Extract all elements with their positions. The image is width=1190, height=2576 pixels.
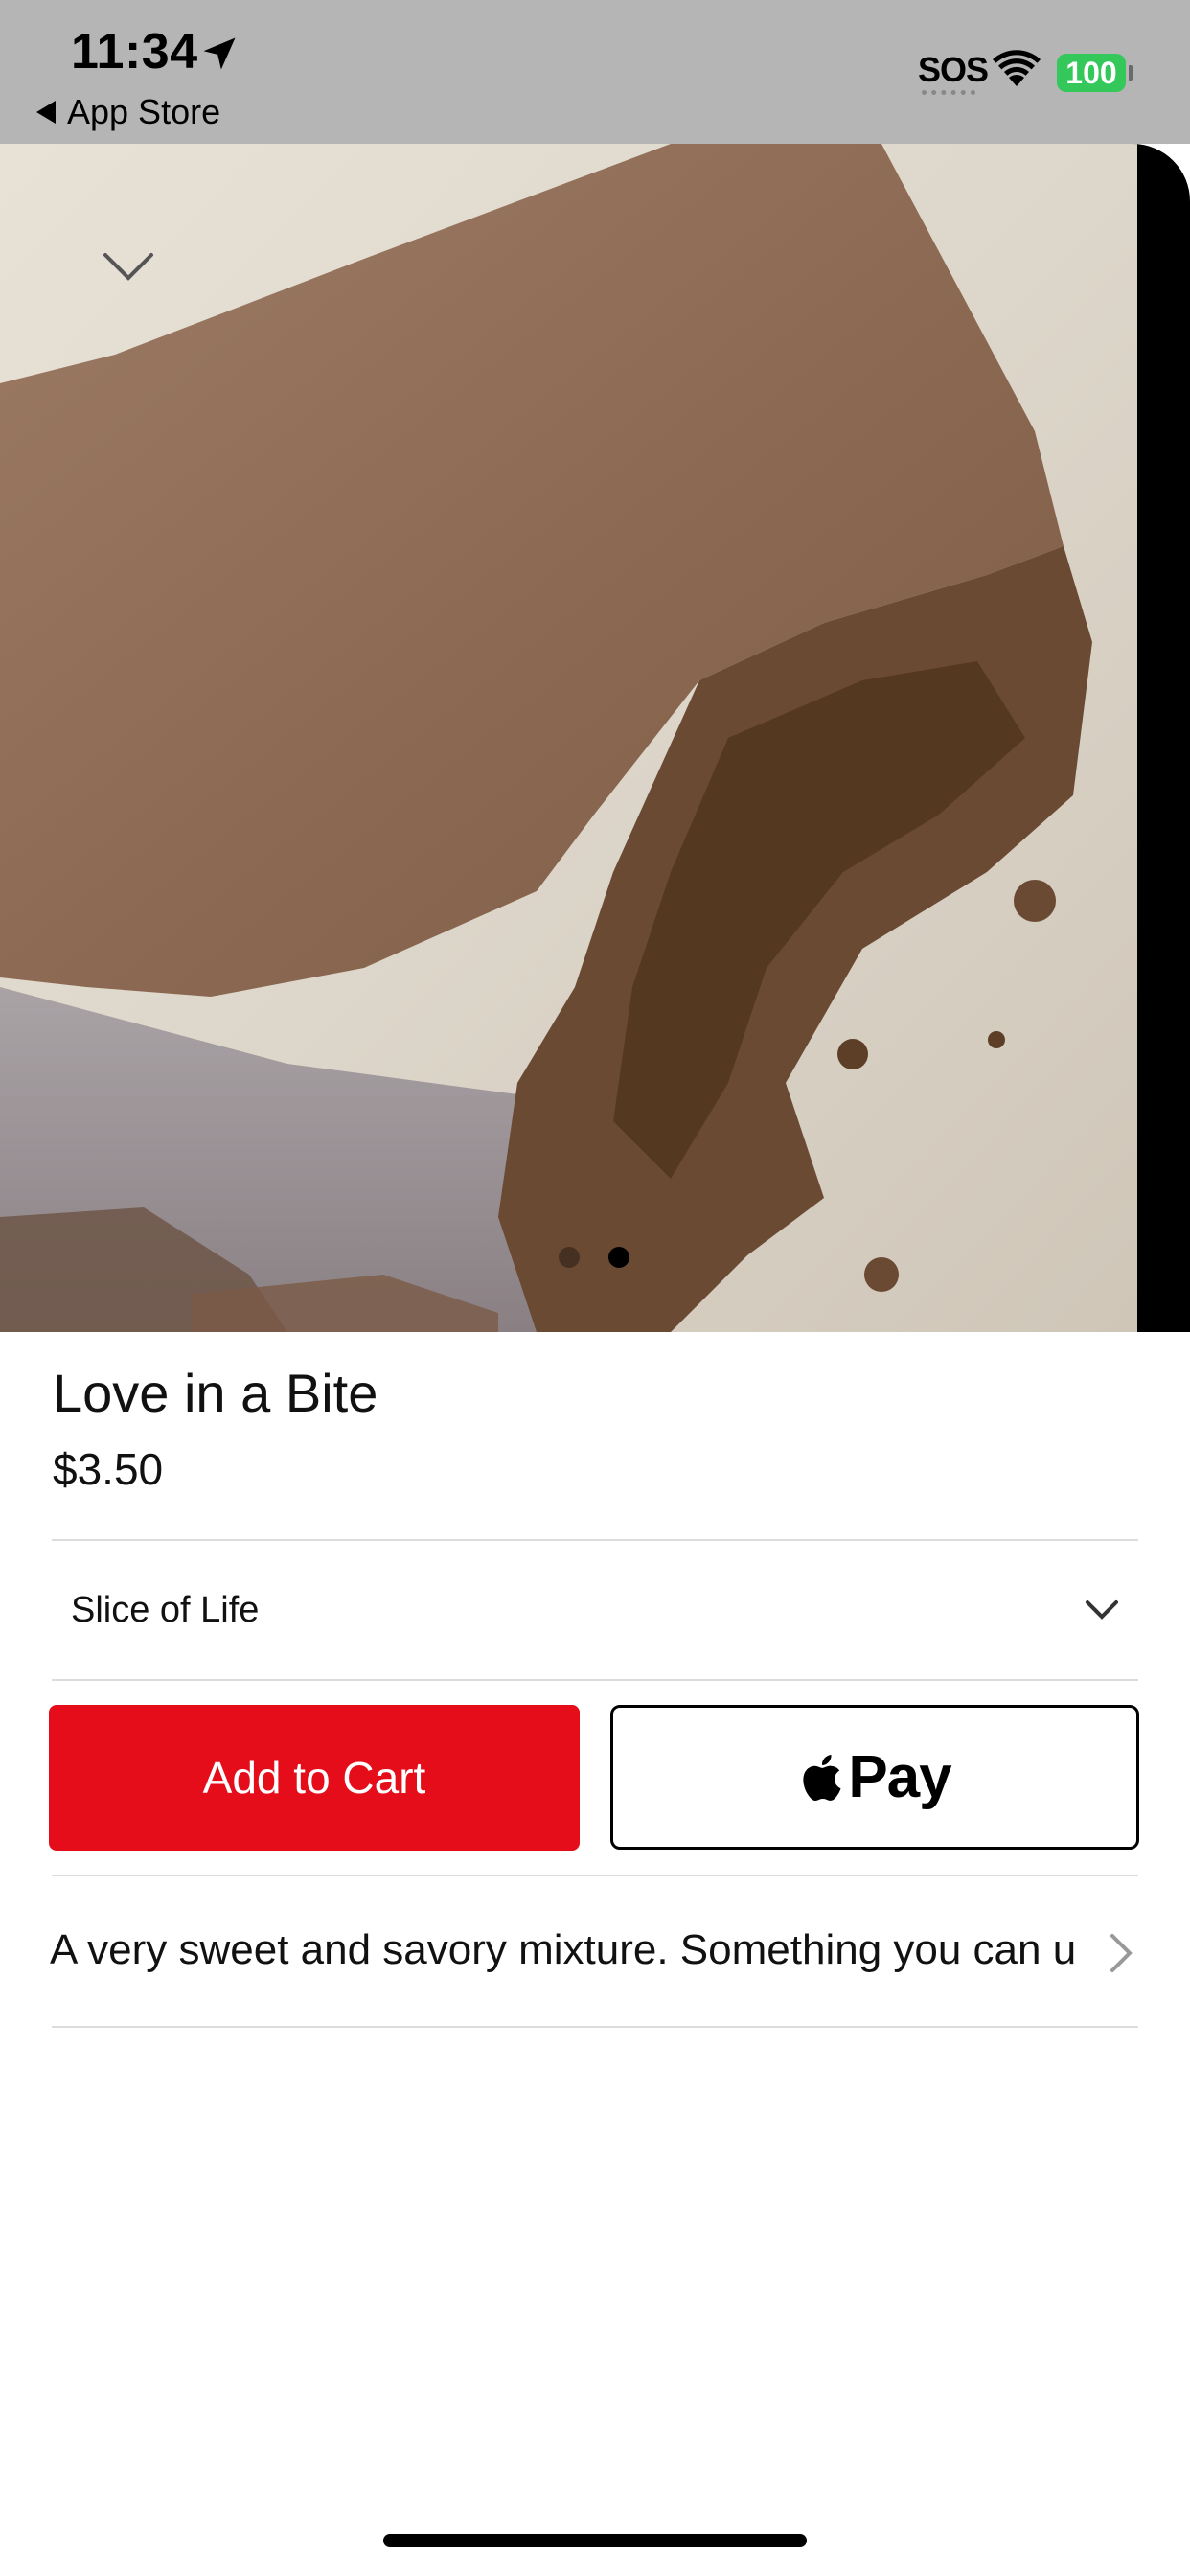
back-link-label: App Store	[67, 92, 221, 131]
divider	[52, 1679, 1138, 1681]
divider	[52, 2026, 1138, 2028]
pager-dot-1[interactable]	[559, 1247, 580, 1268]
wifi-icon	[993, 50, 1041, 86]
product-photo	[0, 144, 1137, 1332]
apple-logo-icon	[803, 1754, 841, 1801]
sos-indicator: SOS	[918, 50, 989, 89]
home-indicator[interactable]	[383, 2534, 807, 2547]
product-price: $3.50	[53, 1444, 164, 1494]
status-time: 11:34	[71, 24, 198, 80]
apple-pay-label: Pay	[848, 1744, 951, 1810]
product-description-row[interactable]: A very sweet and savory mixture. Somethi…	[50, 1878, 1190, 2028]
product-title: Love in a Bite	[53, 1363, 378, 1423]
collapse-chevron-icon[interactable]	[102, 249, 155, 284]
signal-dots-icon	[922, 90, 975, 101]
pager-dot-2-active[interactable]	[608, 1247, 629, 1268]
status-bar: 11:34 App Store SOS 100	[0, 0, 1190, 144]
divider	[52, 1874, 1138, 1876]
back-to-app-store-link[interactable]: App Store	[36, 92, 220, 132]
location-arrow-icon	[203, 37, 236, 70]
chevron-down-icon	[1086, 1600, 1118, 1620]
battery-indicator: 100	[1057, 54, 1126, 92]
back-triangle-icon	[36, 101, 56, 124]
variant-selected-value: Slice of Life	[71, 1589, 260, 1630]
product-image-carousel[interactable]	[0, 144, 1190, 1332]
battery-nub-icon	[1129, 65, 1133, 80]
chevron-right-icon	[1110, 1934, 1133, 1972]
carousel-page-indicator[interactable]	[559, 1247, 629, 1268]
add-to-cart-button[interactable]: Add to Cart	[49, 1705, 580, 1851]
apple-pay-button[interactable]: Pay	[610, 1705, 1139, 1850]
variant-dropdown[interactable]: Slice of Life	[52, 1541, 1138, 1679]
product-description: A very sweet and savory mixture. Somethi…	[50, 1926, 1077, 1973]
